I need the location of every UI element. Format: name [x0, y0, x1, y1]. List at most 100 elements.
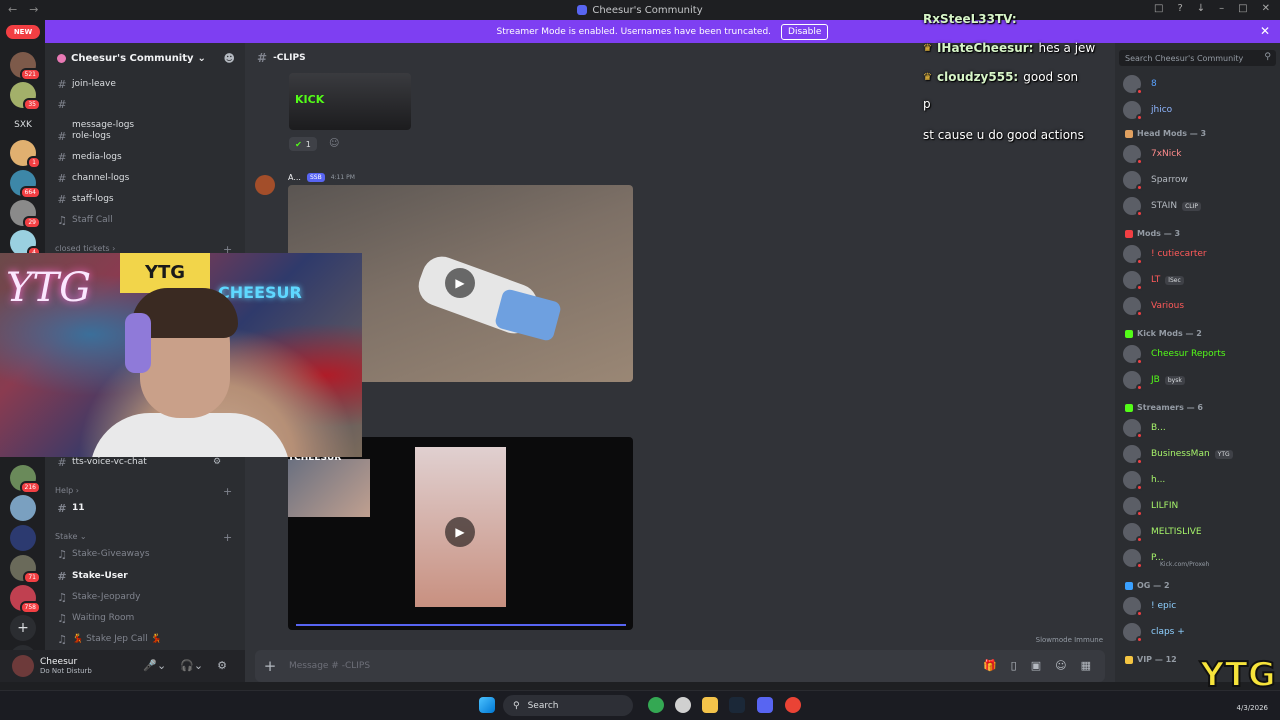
member-item[interactable]: LILFIN	[1123, 495, 1275, 517]
windows-start-icon[interactable]	[479, 697, 495, 713]
apps-icon[interactable]: ▦	[1081, 659, 1091, 672]
member-item[interactable]: jhico	[1123, 99, 1275, 121]
channel-item[interactable]: #11	[55, 499, 235, 517]
member-item[interactable]: STAIN CLIP	[1123, 195, 1275, 217]
add-server-icon[interactable]: +	[10, 615, 36, 641]
search-placeholder: Search Cheesur's Community	[1125, 53, 1244, 63]
mention-badge: 758	[19, 601, 41, 614]
member-item[interactable]: claps +	[1123, 621, 1275, 643]
voice-channel-item[interactable]: ♫ Waiting Room	[55, 609, 235, 627]
voice-channel-item[interactable]: ♫ Stake-Jeopardy	[55, 588, 235, 606]
member-item[interactable]: Various	[1123, 295, 1275, 317]
author-name[interactable]: A...	[288, 173, 301, 182]
avatar	[1123, 549, 1143, 569]
member-item[interactable]: B...	[1123, 417, 1275, 439]
close-window-icon[interactable]: ✕	[1262, 3, 1270, 14]
member-item[interactable]: LT lSec	[1123, 269, 1275, 291]
add-attachment-icon[interactable]: +	[259, 657, 281, 675]
back-icon[interactable]: ←	[8, 3, 17, 16]
discord-icon[interactable]	[757, 697, 773, 713]
chrome-icon[interactable]	[785, 697, 801, 713]
video-attachment[interactable]: TCHEESUR ▶	[288, 437, 633, 630]
channel-item[interactable]: # Stake-User	[55, 567, 235, 585]
headphones-icon[interactable]: 🎧⌄	[180, 659, 203, 672]
category-stake[interactable]: Stake ⌄ +	[55, 531, 232, 544]
server-icon[interactable]: 71	[10, 555, 41, 584]
member-item[interactable]: 8	[1123, 73, 1275, 95]
steam-icon[interactable]	[729, 697, 745, 713]
app-icon[interactable]	[675, 697, 691, 713]
server-icon[interactable]	[10, 495, 36, 521]
server-icon[interactable]: SXK	[10, 112, 36, 138]
server-icon[interactable]: 1	[10, 140, 41, 169]
channel-item[interactable]: # staff-logs	[55, 190, 235, 208]
server-icon[interactable]: 758	[10, 585, 41, 614]
member-item[interactable]: P... Kick.com/Proxeh	[1123, 547, 1275, 569]
member-item[interactable]: h...	[1123, 469, 1275, 491]
gif-icon[interactable]: ▯	[1011, 659, 1017, 672]
voice-channel-item[interactable]: ♫ Stake-Giveaways	[55, 545, 235, 563]
server-icon[interactable]: 664	[10, 170, 41, 199]
server-header[interactable]: Cheesur's Community ⌄ ☻	[45, 43, 245, 73]
member-item[interactable]: MELTISLIVE	[1123, 521, 1275, 543]
server-icon[interactable]: 29	[10, 200, 41, 229]
voice-channel-item[interactable]: ♫ 💃 Stake Jep Call 💃	[55, 630, 235, 648]
help-icon[interactable]: ?	[1177, 3, 1182, 14]
avatar	[1123, 523, 1143, 543]
maximize-icon[interactable]: □	[1238, 3, 1247, 14]
member-name: h...	[1151, 475, 1166, 485]
sticker-icon[interactable]: ▣	[1031, 659, 1041, 672]
add-channel-icon[interactable]: +	[223, 531, 232, 544]
voice-channel-item[interactable]: ♫ Staff Call	[55, 211, 235, 229]
server-icon[interactable]: 216	[10, 465, 41, 494]
channel-item[interactable]: # media-logs	[55, 148, 235, 166]
server-icon[interactable]: 521	[10, 52, 41, 81]
category-closed-tickets[interactable]: closed tickets › +	[55, 243, 232, 256]
close-icon[interactable]: ✕	[1260, 24, 1270, 38]
emoji-icon[interactable]: ☺	[1055, 659, 1066, 672]
gift-icon[interactable]: 🎁	[983, 659, 997, 672]
member-item[interactable]: Sparrow	[1123, 169, 1275, 191]
gear-icon[interactable]: ⚙	[217, 659, 227, 672]
play-icon[interactable]: ▶	[445, 517, 475, 547]
add-reaction-icon[interactable]: ☺	[329, 138, 339, 149]
disable-streamer-mode-button[interactable]: Disable	[781, 23, 829, 40]
channel-item[interactable]: # role-logs	[55, 127, 235, 145]
forward-icon[interactable]: →	[29, 3, 38, 16]
role-header: Mods — 3	[1125, 229, 1180, 238]
file-explorer-icon[interactable]	[702, 697, 718, 713]
member-item[interactable]: JB bysk	[1123, 369, 1275, 391]
add-channel-icon[interactable]: +	[223, 485, 232, 498]
member-item[interactable]: 7xNick	[1123, 143, 1275, 165]
role-header: Head Mods — 3	[1125, 129, 1206, 138]
inbox-icon[interactable]: □	[1154, 3, 1163, 14]
new-badge[interactable]: NEW	[6, 25, 40, 39]
minimize-icon[interactable]: –	[1219, 3, 1224, 14]
message-input[interactable]: Message # -CLIPS	[289, 661, 370, 671]
reaction-pill[interactable]: ✔ 1	[289, 137, 317, 151]
server-icon[interactable]: 35	[10, 82, 41, 111]
member-item[interactable]: BusinessMan YTG	[1123, 443, 1275, 465]
message-composer[interactable]: + Message # -CLIPS 🎁 ▯ ▣ ☺ ▦	[255, 650, 1105, 682]
video-progress[interactable]	[296, 624, 626, 626]
image-attachment[interactable]: KICK	[289, 73, 411, 130]
add-user-icon[interactable]: ☻	[224, 52, 235, 65]
member-search-input[interactable]: Search Cheesur's Community ⚲	[1119, 50, 1276, 66]
settings-icon[interactable]: ⚙	[213, 457, 221, 467]
server-icon	[57, 53, 66, 63]
server-icon[interactable]	[10, 525, 36, 551]
channel-item[interactable]: # channel-logs	[55, 169, 235, 187]
chrome-icon[interactable]	[648, 697, 664, 713]
avatar[interactable]	[12, 655, 34, 677]
taskbar-search[interactable]: ⚲ Search	[503, 695, 633, 716]
channel-item[interactable]: # join-leave	[55, 75, 235, 93]
category-help[interactable]: Help › +	[55, 485, 232, 498]
download-icon[interactable]: ↓	[1197, 3, 1205, 14]
avatar[interactable]	[255, 175, 275, 195]
microphone-icon[interactable]: 🎤⌄	[143, 659, 166, 672]
overlay-message: RxSteeL33TV:	[923, 12, 1017, 26]
member-item[interactable]: Cheesur Reports	[1123, 343, 1275, 365]
play-icon[interactable]: ▶	[445, 268, 475, 298]
member-item[interactable]: ! epic	[1123, 595, 1275, 617]
member-item[interactable]: ! cutiecarter	[1123, 243, 1275, 265]
